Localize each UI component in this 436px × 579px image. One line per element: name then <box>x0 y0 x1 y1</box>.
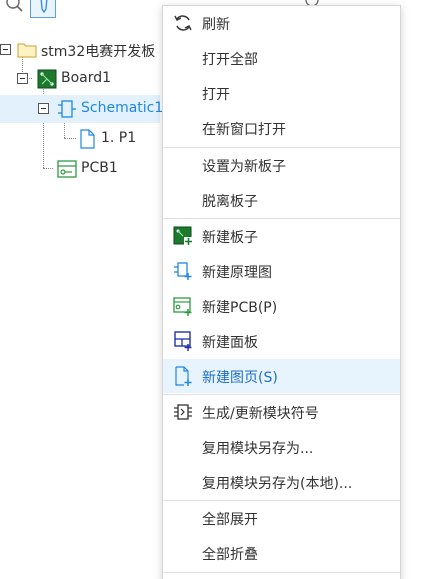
tree-item-page[interactable]: 1. P1 <box>0 125 160 153</box>
menu-item-open-new-window[interactable]: 在新窗口打开 <box>163 111 400 145</box>
menu-item-detach-board[interactable]: 脱离板子 <box>163 183 400 217</box>
search-icon[interactable] <box>4 0 24 14</box>
menu-item-refresh[interactable]: 刷新 <box>163 6 400 40</box>
menu-item-new-page[interactable]: 新建图页(S) <box>163 359 400 393</box>
menu-item-label: 打开 <box>202 87 230 103</box>
new-board-icon <box>173 226 193 246</box>
tree-item-schematic[interactable]: Schematic1 <box>0 95 164 123</box>
schematic-icon <box>57 99 77 119</box>
menu-item-expand-all[interactable]: 全部展开 <box>163 501 400 535</box>
tree-item-label: Schematic1 <box>81 100 164 116</box>
menu-item-label: 全部折叠 <box>202 547 258 563</box>
tree-item-label: Board1 <box>61 70 112 86</box>
pcb-icon <box>57 159 77 179</box>
tree-item-label: 1. P1 <box>101 130 137 146</box>
menu-item-label: 新建面板 <box>202 335 258 351</box>
menu-item-open[interactable]: 打开 <box>163 76 400 110</box>
tree-item-label: PCB1 <box>81 160 118 176</box>
menu-item-open-all[interactable]: 打开全部 <box>163 41 400 75</box>
new-panel-icon <box>173 331 193 351</box>
refresh-icon <box>173 13 193 33</box>
collapse-toggle[interactable] <box>17 73 28 84</box>
new-pcb-icon <box>173 296 193 316</box>
tree-item-label: stm32电赛开发板 <box>41 44 156 60</box>
menu-separator <box>163 572 400 573</box>
menu-item-new-pcb[interactable]: 新建PCB(P) <box>163 289 400 323</box>
menu-item-new-panel[interactable]: 新建面板 <box>163 324 400 358</box>
folder-icon <box>17 40 37 60</box>
menu-item-label: 新建图页(S) <box>202 370 278 386</box>
tree-item-project[interactable]: stm32电赛开发板 <box>0 36 160 64</box>
menu-item-collapse-all[interactable]: 全部折叠 <box>163 536 400 570</box>
menu-item-label: 复用模块另存为(本地)... <box>202 476 353 492</box>
page-icon <box>77 129 97 149</box>
menu-item-set-as-board[interactable]: 设置为新板子 <box>163 148 400 182</box>
menu-item-label: 刷新 <box>202 17 230 33</box>
new-page-icon <box>173 366 193 386</box>
menu-item-save-reuse-module-local[interactable]: 复用模块另存为(本地)... <box>163 465 400 499</box>
tree-item-board[interactable]: Board1 <box>0 65 160 93</box>
filter-tab[interactable] <box>30 0 56 18</box>
menu-item-label: 设置为新板子 <box>202 159 286 175</box>
menu-item-label: 新建原理图 <box>202 265 272 281</box>
menu-item-label: 全部展开 <box>202 512 258 528</box>
project-tree-with-context-menu: stm32电赛开发板 Board1 Schematic1 1. P1 PCB1 … <box>0 0 436 579</box>
menu-item-new-schematic[interactable]: 新建原理图 <box>163 254 400 288</box>
collapse-toggle[interactable] <box>0 44 11 55</box>
menu-item-label: 新建PCB(P) <box>202 300 278 316</box>
menu-item-save-reuse-module[interactable]: 复用模块另存为... <box>163 430 400 464</box>
module-symbol-icon <box>173 402 193 422</box>
collapse-toggle[interactable] <box>38 103 49 114</box>
menu-item-label: 复用模块另存为... <box>202 441 314 457</box>
menu-item-label: 脱离板子 <box>202 194 258 210</box>
menu-item-label: 打开全部 <box>202 52 258 68</box>
context-menu: 刷新 打开全部 打开 在新窗口打开 设置为新板子 脱离板子 新建板子 新建原理图… <box>162 5 401 579</box>
menu-item-new-board[interactable]: 新建板子 <box>163 219 400 253</box>
menu-item-label: 新建板子 <box>202 230 258 246</box>
new-schematic-icon <box>173 261 193 281</box>
menu-item-label: 在新窗口打开 <box>202 122 286 138</box>
tree-item-pcb[interactable]: PCB1 <box>0 155 160 183</box>
menu-item-label: 生成/更新模块符号 <box>202 406 319 422</box>
menu-item-generate-module-symbol[interactable]: 生成/更新模块符号 <box>163 395 400 429</box>
board-icon <box>37 69 57 89</box>
